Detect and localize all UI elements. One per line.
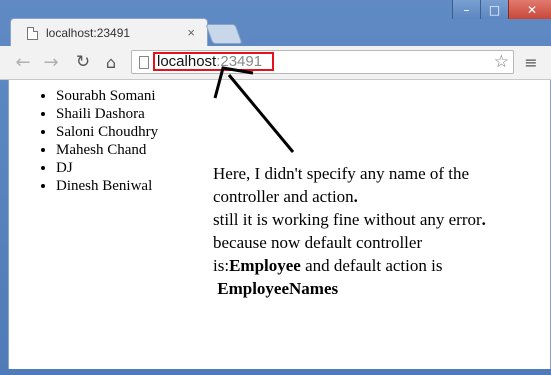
list-item: Saloni Choudhry: [56, 123, 158, 141]
maximize-button[interactable]: □: [480, 0, 508, 19]
tab-title: localhost:23491: [46, 26, 131, 40]
annotation-line: is:Employee and default action is: [213, 256, 443, 275]
annotation-line: because now default controller: [213, 233, 423, 252]
list-item: DJ: [56, 159, 158, 177]
back-arrow-icon[interactable]: ←: [12, 52, 34, 73]
annotation-line: EmployeeNames: [217, 279, 339, 298]
home-icon[interactable]: ⌂: [100, 52, 122, 72]
url-highlight-box: [153, 52, 274, 71]
browser-window: – □ ✕ localhost:23491 × ← → ↻ ⌂ localhos…: [0, 0, 551, 375]
page-icon: [139, 56, 149, 69]
list-item: Shaili Dashora: [56, 105, 158, 123]
tab-close-icon[interactable]: ×: [187, 25, 195, 40]
annotation-line: still it is working fine without any err…: [213, 210, 486, 229]
new-tab-button[interactable]: [205, 24, 243, 44]
page-icon: [27, 26, 38, 40]
list-item: Mahesh Chand: [56, 141, 158, 159]
list-item: Sourabh Somani: [56, 87, 158, 105]
employee-list: Sourabh Somani Shaili Dashora Saloni Cho…: [19, 87, 158, 195]
window-controls: – □ ✕: [452, 0, 551, 19]
bookmark-star-icon[interactable]: ☆: [494, 53, 509, 71]
minimize-button[interactable]: –: [452, 0, 480, 19]
browser-tab[interactable]: localhost:23491 ×: [10, 18, 208, 47]
page-content: Sourabh Somani Shaili Dashora Saloni Cho…: [8, 80, 551, 369]
list-item: Dinesh Beniwal: [56, 177, 158, 195]
annotation-text: Here, I didn't specify any name of the c…: [213, 162, 533, 300]
address-bar[interactable]: localhost:23491 ☆: [131, 50, 514, 74]
close-window-button[interactable]: ✕: [508, 0, 551, 19]
browser-toolbar: ← → ↻ ⌂ localhost:23491 ☆ ≡: [0, 46, 551, 80]
annotation-line: Here, I didn't specify any name of the: [213, 164, 470, 183]
menu-icon[interactable]: ≡: [520, 52, 542, 72]
annotation-line: controller and action.: [213, 187, 358, 206]
reload-icon[interactable]: ↻: [72, 52, 94, 72]
forward-arrow-icon[interactable]: →: [40, 52, 62, 73]
